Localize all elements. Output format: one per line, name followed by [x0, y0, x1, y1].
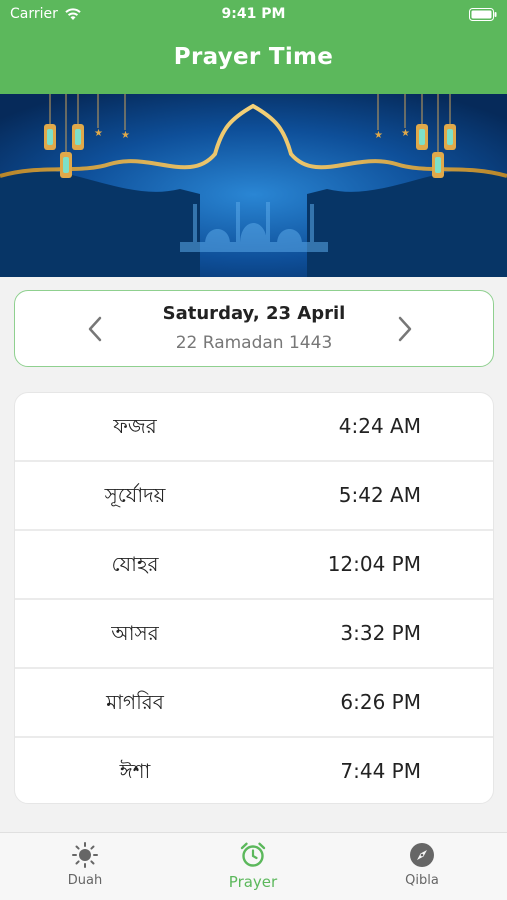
page-title: Prayer Time	[173, 44, 334, 70]
prayer-row-sunrise: সূর্যোদয় 5:42 AM	[15, 462, 493, 531]
prayer-time: 5:42 AM	[338, 483, 421, 507]
prayer-row-fajr: ফজর 4:24 AM	[15, 393, 493, 462]
prayer-time: 6:26 PM	[340, 690, 421, 714]
hijri-date: 22 Ramadan 1443	[175, 333, 333, 353]
tab-duah[interactable]: Duah	[25, 841, 145, 888]
sun-icon	[72, 842, 98, 868]
status-time: 9:41 PM	[221, 6, 286, 22]
svg-text:★: ★	[401, 128, 410, 139]
status-bar: Carrier 9:41 PM	[0, 4, 507, 26]
mosque-banner-image: ★ ★ ★ ★	[0, 94, 507, 277]
date-selector: Saturday, 23 April 22 Ramadan 1443	[14, 290, 494, 367]
prayer-row-dhuhr: যোহর 12:04 PM	[15, 531, 493, 600]
tab-label: Qibla	[405, 873, 439, 888]
prayer-time: 12:04 PM	[327, 552, 421, 576]
svg-text:★: ★	[374, 130, 383, 141]
tab-prayer[interactable]: Prayer	[193, 841, 313, 891]
prayer-name: মাগরিব	[106, 690, 164, 714]
prayer-name: সূর্যোদয়	[104, 483, 166, 507]
prayer-time: 3:32 PM	[340, 621, 421, 645]
prayer-time: 4:24 AM	[338, 414, 421, 438]
prayer-name: আসর	[111, 621, 159, 645]
svg-text:★: ★	[121, 130, 130, 141]
tab-label: Prayer	[228, 873, 278, 891]
prayer-row-asr: আসর 3:32 PM	[15, 600, 493, 669]
prayer-name: ফজর	[113, 414, 157, 438]
navigation-header: Carrier 9:41 PM Prayer Time	[0, 0, 507, 94]
prayer-times-list: ফজর 4:24 AM সূর্যোদয় 5:42 AM যোহর 12:04…	[14, 392, 494, 804]
prayer-name: ঈশা	[119, 759, 151, 783]
svg-text:★: ★	[94, 128, 103, 139]
prayer-time: 7:44 PM	[340, 759, 421, 783]
prayer-row-maghrib: মাগরিব 6:26 PM	[15, 669, 493, 738]
compass-icon	[410, 843, 434, 867]
bottom-tab-bar: Duah Prayer Qibla	[0, 832, 507, 900]
alarm-clock-icon	[240, 842, 266, 867]
next-day-chevron-icon[interactable]	[395, 315, 415, 343]
tab-qibla[interactable]: Qibla	[362, 841, 482, 888]
gregorian-date: Saturday, 23 April	[162, 303, 346, 324]
prayer-name: যোহর	[111, 552, 159, 576]
tab-label: Duah	[67, 873, 103, 888]
prayer-row-isha: ঈশা 7:44 PM	[15, 738, 493, 803]
battery-icon	[469, 8, 497, 21]
